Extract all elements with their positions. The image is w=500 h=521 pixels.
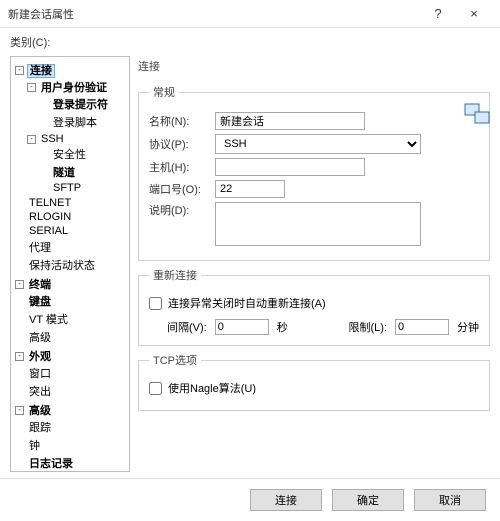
tree-auth[interactable]: 用户身份验证 [39, 82, 109, 94]
nagle-checkbox[interactable] [149, 382, 162, 395]
port-label: 端口号(O): [149, 181, 209, 197]
tree-trace[interactable]: 跟踪 [27, 422, 53, 434]
limit-label: 限制(L): [349, 319, 388, 335]
tree-advanced[interactable]: 高级 [27, 332, 53, 344]
close-button[interactable]: × [456, 6, 492, 21]
interval-input[interactable] [215, 319, 269, 335]
titlebar: 新建会话属性 ? × [0, 0, 500, 28]
desc-label: 说明(D): [149, 202, 209, 218]
tcp-legend: TCP选项 [149, 352, 201, 368]
reconnect-checkbox-label: 连接异常关闭时自动重新连接(A) [168, 295, 326, 311]
tree-vtmode[interactable]: VT 模式 [27, 314, 70, 326]
name-input[interactable] [215, 112, 365, 130]
toggle-icon[interactable]: - [27, 135, 36, 144]
toggle-icon[interactable]: - [15, 406, 24, 415]
tree-terminal[interactable]: 终端 [27, 279, 53, 291]
tree-connection[interactable]: 连接 [27, 64, 55, 78]
category-label: 类别(C): [0, 28, 500, 52]
tree-appearance[interactable]: 外观 [27, 351, 53, 363]
reconnect-legend: 重新连接 [149, 267, 201, 283]
tree-loginscript[interactable]: 登录脚本 [51, 117, 99, 129]
general-group: 常规 名称(N): 协议(P): SSH 主机(H): 端口号(O): [138, 84, 490, 261]
tree-highlight[interactable]: 突出 [27, 386, 53, 398]
host-input[interactable] [215, 158, 365, 176]
tree-tunnel[interactable]: 隧道 [51, 167, 77, 179]
tree-window[interactable]: 窗口 [27, 368, 53, 380]
tree-rlogin[interactable]: RLOGIN [27, 211, 73, 223]
tree-prompt[interactable]: 登录提示符 [51, 99, 110, 111]
tree-security[interactable]: 安全性 [51, 149, 88, 161]
limit-unit: 分钟 [457, 319, 479, 335]
tree-logging[interactable]: 日志记录 [27, 458, 75, 470]
help-button[interactable]: ? [420, 6, 456, 21]
tree-serial[interactable]: SERIAL [27, 225, 70, 237]
protocol-label: 协议(P): [149, 136, 209, 152]
interval-label: 间隔(V): [167, 319, 207, 335]
cancel-button[interactable]: 取消 [414, 489, 486, 511]
tree-bell[interactable]: 钟 [27, 440, 42, 452]
general-legend: 常规 [149, 84, 179, 100]
tree-ssh[interactable]: SSH [39, 133, 66, 145]
ok-button[interactable]: 确定 [332, 489, 404, 511]
settings-panel: 连接 常规 名称(N): 协议(P): SSH 主机(H): [138, 56, 490, 472]
name-label: 名称(N): [149, 113, 209, 129]
dialog-buttons: 连接 确定 取消 [0, 478, 500, 521]
tree-advanced2[interactable]: 高级 [27, 405, 53, 417]
interval-unit: 秒 [277, 319, 288, 335]
protocol-select[interactable]: SSH [215, 134, 421, 154]
tree-keyboard[interactable]: 键盘 [27, 296, 53, 308]
tree-sftp[interactable]: SFTP [51, 182, 83, 194]
toggle-icon[interactable]: - [15, 352, 24, 361]
reconnect-checkbox[interactable] [149, 297, 162, 310]
tree-keepalive[interactable]: 保持活动状态 [27, 260, 97, 272]
toggle-icon[interactable]: - [15, 66, 24, 75]
tcp-group: TCP选项 使用Nagle算法(U) [138, 352, 490, 411]
toggle-icon[interactable]: - [15, 280, 24, 289]
limit-input[interactable] [395, 319, 449, 335]
category-tree[interactable]: -连接 -用户身份验证 登录提示符 登录脚本 -SSH 安全性 隧道 SFTP [10, 56, 130, 472]
tree-proxy[interactable]: 代理 [27, 242, 53, 254]
connect-button[interactable]: 连接 [250, 489, 322, 511]
tree-telnet[interactable]: TELNET [27, 197, 73, 209]
host-label: 主机(H): [149, 159, 209, 175]
panel-title: 连接 [138, 56, 490, 78]
nagle-checkbox-label: 使用Nagle算法(U) [168, 380, 256, 396]
reconnect-group: 重新连接 连接异常关闭时自动重新连接(A) 间隔(V): 秒 限制(L): 分钟 [138, 267, 490, 346]
desc-textarea[interactable] [215, 202, 421, 246]
toggle-icon[interactable]: - [27, 83, 36, 92]
port-input[interactable] [215, 180, 285, 198]
network-icon [463, 102, 493, 128]
window-title: 新建会话属性 [8, 6, 420, 22]
